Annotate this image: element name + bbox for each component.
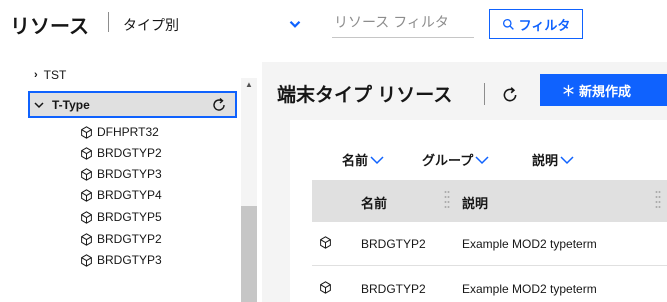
filter-button-label: フィルタ bbox=[518, 17, 571, 33]
chevron-down-icon bbox=[34, 101, 44, 108]
table-row[interactable]: BRDGTYP2 Example MOD2 typeterm bbox=[312, 267, 667, 302]
tree-item-label: T-Type bbox=[52, 97, 90, 112]
cube-icon bbox=[320, 236, 331, 249]
tree-leaf-label: DFHPRT32 bbox=[97, 125, 159, 139]
page-title: リソース bbox=[10, 16, 89, 38]
tree-leaf-label: BRDGTYP3 bbox=[97, 253, 162, 267]
sort-by-description[interactable]: 説明 bbox=[532, 150, 574, 169]
table-row[interactable]: BRDGTYP2 Example MOD2 typeterm bbox=[312, 222, 667, 266]
chevron-down-icon bbox=[289, 20, 301, 28]
resource-filter-input[interactable] bbox=[332, 10, 474, 34]
column-header-description[interactable]: 説明 bbox=[462, 193, 488, 212]
filter-button[interactable]: フィルタ bbox=[489, 9, 583, 39]
resource-tree: › TST T-Type DFHPRT32 BRDGTYP2 BRDGTYP3 … bbox=[28, 68, 260, 302]
refresh-icon[interactable] bbox=[211, 97, 227, 113]
table-header: 名前 説明 bbox=[312, 180, 667, 222]
chevron-right-icon: › bbox=[34, 69, 38, 81]
tree-leaf[interactable]: DFHPRT32 bbox=[80, 122, 159, 142]
title-divider bbox=[108, 12, 109, 32]
column-resize-handle-icon[interactable] bbox=[655, 188, 661, 212]
tree-leaf[interactable]: BRDGTYP2 bbox=[80, 143, 162, 163]
chevron-down-icon bbox=[370, 155, 384, 164]
tree-leaf[interactable]: BRDGTYP4 bbox=[80, 185, 162, 205]
cell-name: BRDGTYP2 bbox=[361, 282, 426, 296]
cell-description: Example MOD2 typeterm bbox=[462, 237, 597, 251]
tree-leaf-label: BRDGTYP3 bbox=[97, 167, 162, 181]
tree-item-label: TST bbox=[43, 68, 67, 82]
cube-icon bbox=[81, 146, 92, 160]
tree-leaf-label: BRDGTYP4 bbox=[97, 188, 162, 202]
cube-icon bbox=[320, 281, 331, 294]
scroll-up-arrow-icon[interactable]: ▲ bbox=[245, 80, 253, 89]
type-select-dropdown[interactable]: タイプ別 bbox=[120, 10, 310, 36]
sort-bar: 名前 グループ 説明 bbox=[290, 120, 667, 169]
sort-label: グループ bbox=[422, 153, 474, 168]
tree-leaf-label: BRDGTYP5 bbox=[97, 210, 162, 224]
tree-scrollbar-thumb[interactable] bbox=[241, 206, 257, 302]
top-bar: リソース タイプ別 フィルタ bbox=[0, 0, 667, 62]
tree-leaf[interactable]: BRDGTYP2 bbox=[80, 229, 162, 249]
cube-icon bbox=[81, 210, 92, 224]
sort-by-name[interactable]: 名前 bbox=[342, 150, 384, 169]
refresh-icon[interactable] bbox=[501, 86, 519, 104]
tree-leaf[interactable]: BRDGTYP3 bbox=[80, 250, 162, 270]
tree-leaf[interactable]: BRDGTYP5 bbox=[80, 207, 162, 227]
chevron-down-icon bbox=[475, 155, 489, 164]
type-select-value: タイプ別 bbox=[123, 17, 179, 33]
new-create-button[interactable]: 新規作成 bbox=[540, 74, 667, 106]
column-resize-handle-icon[interactable] bbox=[444, 188, 450, 212]
resource-table-card: 名前 グループ 説明 名前 説明 BRDGTYP2 Example MOD2 t… bbox=[290, 120, 667, 302]
resource-filter-input-wrapper bbox=[332, 10, 474, 38]
tree-item-t-type[interactable]: T-Type bbox=[28, 91, 237, 118]
new-create-button-label: 新規作成 bbox=[579, 83, 632, 99]
tree-item-tst[interactable]: › TST bbox=[34, 68, 249, 82]
cube-icon bbox=[81, 253, 92, 267]
tree-leaf-label: BRDGTYP2 bbox=[97, 232, 162, 246]
column-header-name[interactable]: 名前 bbox=[361, 193, 387, 212]
cube-icon bbox=[81, 188, 92, 202]
sort-label: 名前 bbox=[342, 153, 369, 168]
section-title: 端末タイプ リソース bbox=[277, 85, 453, 106]
sort-by-group[interactable]: グループ bbox=[422, 150, 489, 169]
cube-icon bbox=[81, 167, 92, 181]
search-icon bbox=[502, 18, 514, 30]
title-divider bbox=[484, 83, 485, 105]
cube-icon bbox=[81, 125, 92, 139]
cube-icon bbox=[81, 232, 92, 246]
asterisk-icon bbox=[563, 84, 574, 96]
cell-name: BRDGTYP2 bbox=[361, 237, 426, 251]
tree-leaf[interactable]: BRDGTYP3 bbox=[80, 164, 162, 184]
cell-description: Example MOD2 typeterm bbox=[462, 282, 597, 296]
tree-leaf-label: BRDGTYP2 bbox=[97, 146, 162, 160]
chevron-down-icon bbox=[560, 155, 574, 164]
sort-label: 説明 bbox=[532, 153, 559, 168]
